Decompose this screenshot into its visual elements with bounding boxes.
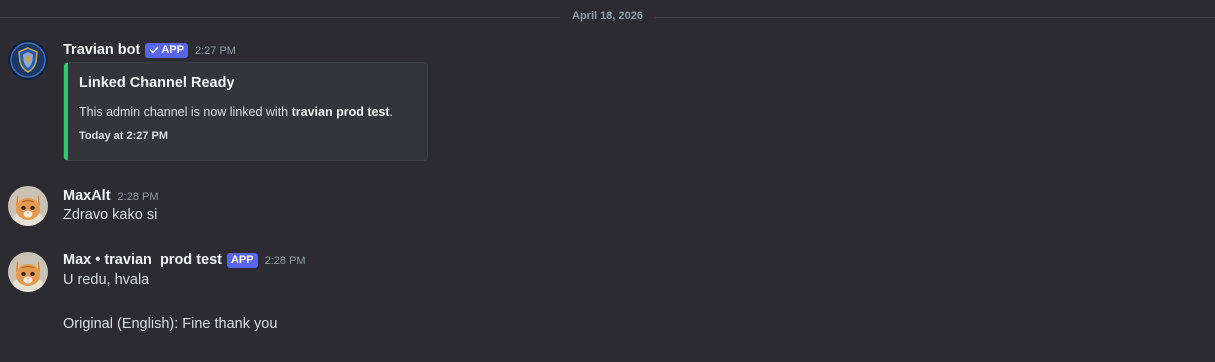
embed-description-prefix: This admin channel is now linked with	[79, 105, 292, 119]
username[interactable]: Max • travian prod test	[63, 252, 222, 268]
username[interactable]: MaxAlt	[63, 188, 111, 204]
timestamp[interactable]: 2:28 PM	[265, 255, 306, 267]
kitten-avatar-icon	[8, 252, 48, 292]
avatar[interactable]	[8, 40, 48, 80]
message-text: Original (English): Fine thank you	[63, 316, 278, 332]
avatar[interactable]	[8, 252, 48, 292]
message-header: Max • travian prod test APP 2:28 PM	[63, 250, 306, 270]
date-divider: April 18, 2026	[0, 8, 1215, 26]
app-badge: APP	[226, 252, 258, 268]
avatar[interactable]	[8, 186, 48, 226]
message-text: U redu, hvala	[63, 272, 150, 288]
embed-description-bold: travian prod test	[291, 105, 390, 119]
embed-description-suffix: .	[389, 105, 394, 119]
embed-description: This admin channel is now linked with tr…	[79, 105, 393, 119]
message-maxalt[interactable]: MaxAlt 2:28 PM Zdravo kako si	[0, 186, 1215, 228]
verified-check-icon	[149, 45, 159, 55]
timestamp[interactable]: 2:28 PM	[118, 191, 159, 203]
embed-footer: Today at 2:27 PM	[79, 130, 169, 142]
app-badge: APP	[145, 42, 188, 58]
kitten-avatar-icon	[8, 186, 48, 226]
username[interactable]: Travian bot	[63, 42, 140, 58]
chat-messages: April 18, 2026 Travian bot APP 2:27 PM L…	[0, 0, 1215, 362]
message-max-travian[interactable]: Max • travian prod test APP 2:28 PM U re…	[0, 250, 1215, 340]
embed-accent-bar	[64, 63, 68, 160]
shield-crest-icon	[8, 40, 48, 80]
message-travian-bot[interactable]: Travian bot APP 2:27 PM Linked Channel R…	[0, 40, 1215, 165]
embed-title: Linked Channel Ready	[79, 75, 235, 91]
date-divider-label: April 18, 2026	[560, 10, 655, 22]
message-header: Travian bot APP 2:27 PM	[63, 40, 236, 60]
app-badge-label: APP	[161, 44, 184, 56]
message-header: MaxAlt 2:28 PM	[63, 186, 159, 206]
message-text: Zdravo kako si	[63, 207, 158, 223]
embed-card: Linked Channel Ready This admin channel …	[63, 62, 428, 161]
app-badge-label: APP	[230, 254, 254, 266]
timestamp[interactable]: 2:27 PM	[195, 45, 236, 57]
